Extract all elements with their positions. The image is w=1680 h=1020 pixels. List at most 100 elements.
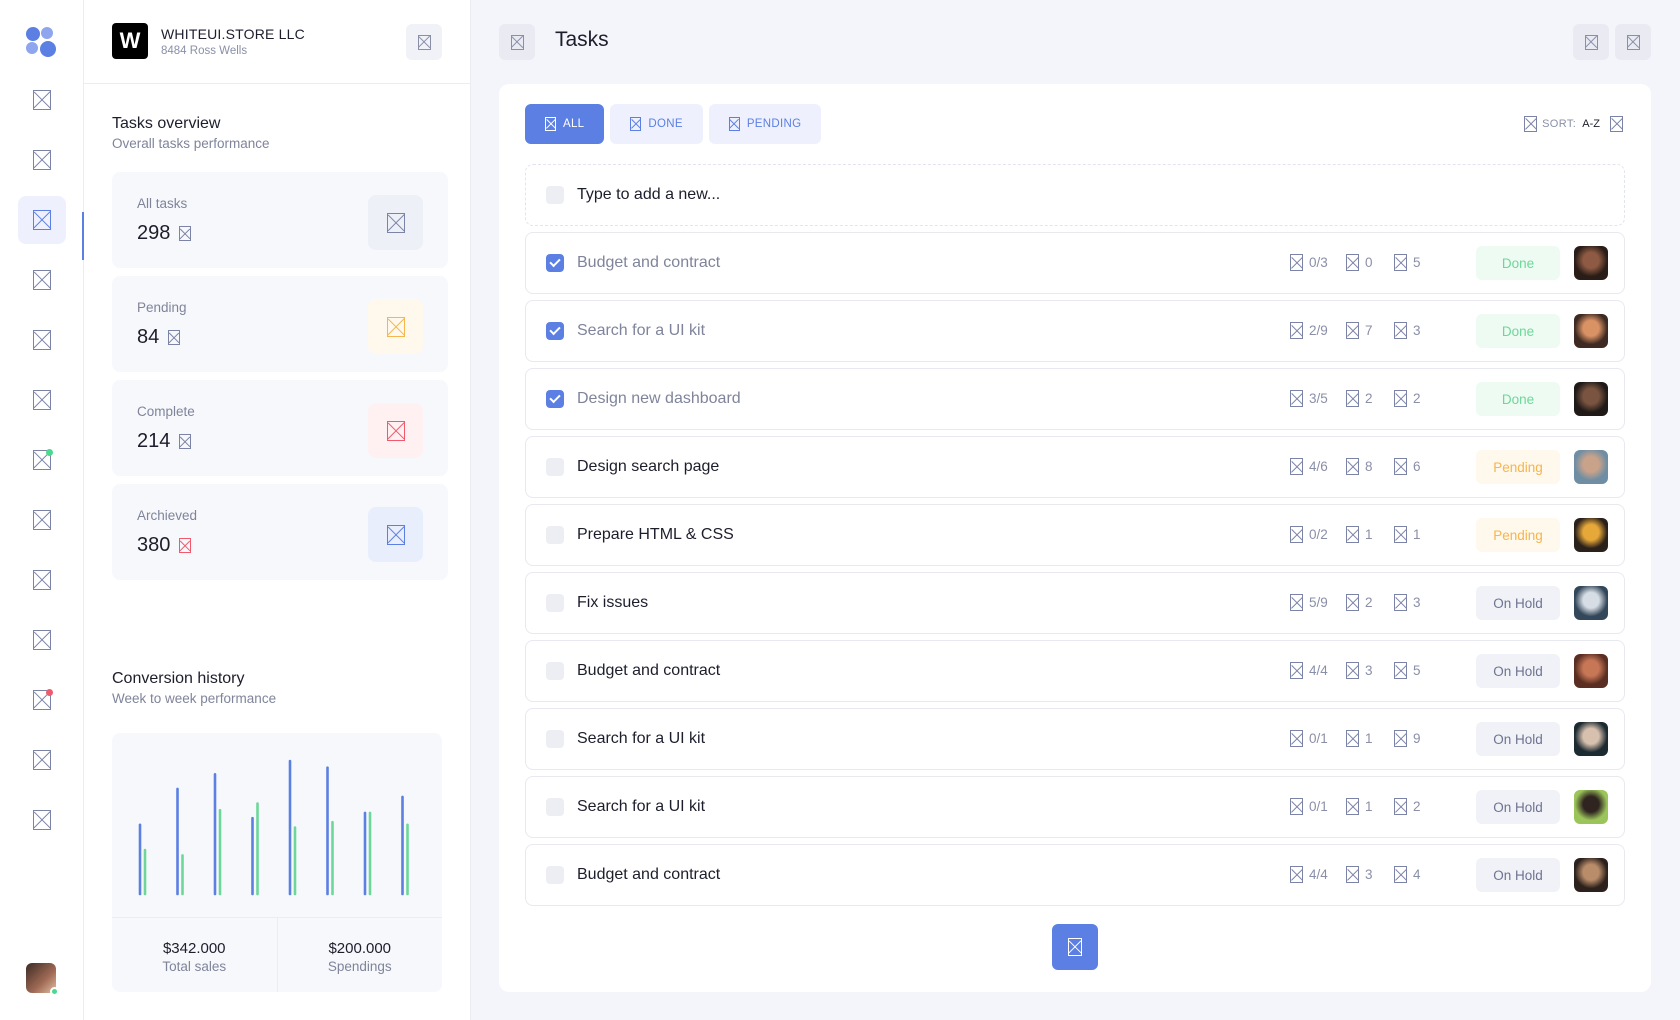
app-logo[interactable] <box>26 27 58 59</box>
menu-toggle-button[interactable] <box>499 24 535 60</box>
assignee-avatar[interactable] <box>1574 518 1608 552</box>
task-title[interactable]: Budget and contract <box>577 866 720 884</box>
task-row[interactable]: Design new dashboard 3/5 2 2 Done <box>525 368 1625 430</box>
attachment-icon <box>1394 458 1407 475</box>
task-row[interactable]: Budget and contract 4/4 3 5 On Hold <box>525 640 1625 702</box>
task-checkbox[interactable] <box>546 390 564 408</box>
task-row[interactable]: Prepare HTML & CSS 0/2 1 1 Pending <box>525 504 1625 566</box>
assignee-avatar[interactable] <box>1574 382 1608 416</box>
task-row[interactable]: Budget and contract 0/3 0 5 Done <box>525 232 1625 294</box>
task-checkbox[interactable] <box>546 458 564 476</box>
task-checkbox[interactable] <box>546 866 564 884</box>
stat-card: Pending 84 <box>112 276 448 372</box>
stat-icon-box <box>368 299 423 354</box>
status-badge[interactable]: On Hold <box>1476 586 1560 620</box>
new-task-checkbox[interactable] <box>546 186 564 204</box>
sort-direction-icon[interactable] <box>1610 116 1623 132</box>
attachments-value: 2 <box>1413 799 1421 814</box>
sidebar-item-6[interactable] <box>18 376 66 424</box>
nav-icon-1 <box>33 90 51 110</box>
new-task-row[interactable]: Type to add a new... <box>525 164 1625 226</box>
task-title[interactable]: Prepare HTML & CSS <box>577 526 734 544</box>
sidebar-item-3[interactable] <box>18 196 66 244</box>
status-badge[interactable]: Pending <box>1476 518 1560 552</box>
task-title[interactable]: Search for a UI kit <box>577 322 705 340</box>
task-checkbox[interactable] <box>546 798 564 816</box>
sidebar-item-7[interactable] <box>18 436 66 484</box>
task-row[interactable]: Search for a UI kit 0/1 1 2 On Hold <box>525 776 1625 838</box>
notification-badge <box>46 689 53 696</box>
status-badge[interactable]: On Hold <box>1476 858 1560 892</box>
status-badge[interactable]: Pending <box>1476 450 1560 484</box>
status-badge[interactable]: On Hold <box>1476 722 1560 756</box>
status-badge[interactable]: Done <box>1476 314 1560 348</box>
sidebar-item-4[interactable] <box>18 256 66 304</box>
spendings-label: Spendings <box>327 959 392 974</box>
assignee-avatar[interactable] <box>1574 790 1608 824</box>
assignee-avatar[interactable] <box>1574 858 1608 892</box>
attachment-icon <box>1394 594 1407 611</box>
comments-value: 7 <box>1365 323 1373 338</box>
task-row[interactable]: Search for a UI kit 2/9 7 3 Done <box>525 300 1625 362</box>
sidebar-item-11[interactable] <box>18 676 66 724</box>
sort-value[interactable]: A-Z <box>1582 118 1600 130</box>
task-title[interactable]: Budget and contract <box>577 662 720 680</box>
company-menu-button[interactable] <box>406 24 442 60</box>
task-row[interactable]: Budget and contract 4/4 3 4 On Hold <box>525 844 1625 906</box>
sidebar-item-12[interactable] <box>18 736 66 784</box>
sidebar-item-5[interactable] <box>18 316 66 364</box>
assignee-avatar[interactable] <box>1574 314 1608 348</box>
task-title[interactable]: Design search page <box>577 458 719 476</box>
sidebar-item-8[interactable] <box>18 496 66 544</box>
task-row[interactable]: Search for a UI kit 0/1 1 9 On Hold <box>525 708 1625 770</box>
sort-icon <box>1524 116 1538 132</box>
status-badge[interactable]: On Hold <box>1476 790 1560 824</box>
task-title[interactable]: Search for a UI kit <box>577 730 705 748</box>
tab-done[interactable]: DONE <box>610 104 703 144</box>
company-switcher[interactable]: W WHITEUI.STORE LLC 8484 Ross Wells <box>112 23 305 59</box>
task-checkbox[interactable] <box>546 594 564 612</box>
task-row[interactable]: Design search page 4/6 8 6 Pending <box>525 436 1625 498</box>
assignee-avatar[interactable] <box>1574 722 1608 756</box>
task-checkbox[interactable] <box>546 662 564 680</box>
notifications-button[interactable] <box>1615 24 1651 60</box>
comment-icon <box>1346 866 1359 883</box>
new-task-input[interactable]: Type to add a new... <box>577 186 720 204</box>
tab-label: ALL <box>563 118 585 130</box>
sidebar-item-10[interactable] <box>18 616 66 664</box>
attachments-value: 1 <box>1413 527 1421 542</box>
assignee-avatar[interactable] <box>1574 586 1608 620</box>
tab-pending[interactable]: PENDING <box>708 104 822 144</box>
status-badge[interactable]: Done <box>1476 246 1560 280</box>
status-badge[interactable]: On Hold <box>1476 654 1560 688</box>
task-title[interactable]: Design new dashboard <box>577 390 741 408</box>
assignee-avatar[interactable] <box>1574 450 1608 484</box>
task-title[interactable]: Search for a UI kit <box>577 798 705 816</box>
sort-control[interactable]: SORT: A-Z <box>1524 116 1623 132</box>
assignee-avatar[interactable] <box>1574 654 1608 688</box>
comment-icon <box>1346 254 1359 271</box>
sidebar-item-1[interactable] <box>18 76 66 124</box>
tab-all[interactable]: ALL <box>525 104 605 144</box>
company-address: 8484 Ross Wells <box>161 44 248 57</box>
user-avatar[interactable] <box>26 963 59 996</box>
sidebar-item-2[interactable] <box>18 136 66 184</box>
sidebar-item-9[interactable] <box>18 556 66 604</box>
attachment-icon <box>1394 866 1407 883</box>
task-checkbox[interactable] <box>546 254 564 272</box>
stat-value: 84 <box>137 326 181 349</box>
task-row[interactable]: Fix issues 5/9 2 3 On Hold <box>525 572 1625 634</box>
assignee-avatar[interactable] <box>1574 246 1608 280</box>
task-title[interactable]: Budget and contract <box>577 254 720 272</box>
search-button[interactable] <box>1573 24 1609 60</box>
task-title[interactable]: Fix issues <box>577 594 648 612</box>
sidebar-item-13[interactable] <box>18 796 66 844</box>
task-checkbox[interactable] <box>546 526 564 544</box>
status-badge[interactable]: Done <box>1476 382 1560 416</box>
add-task-button[interactable] <box>1052 924 1098 970</box>
attachments-value: 5 <box>1413 255 1421 270</box>
conversion-chart: $342.000 Total sales $200.000 Spendings <box>112 733 442 992</box>
checklist-icon <box>1290 458 1303 475</box>
task-checkbox[interactable] <box>546 730 564 748</box>
task-checkbox[interactable] <box>546 322 564 340</box>
